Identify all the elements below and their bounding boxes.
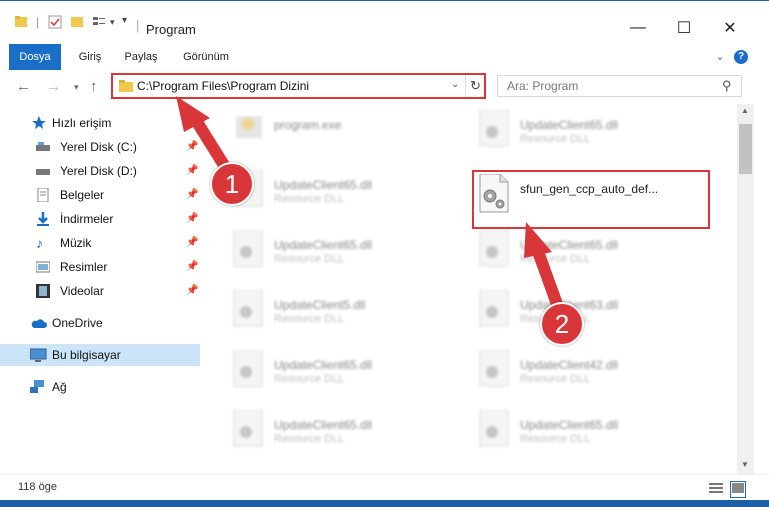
highlight-box-file [472,170,710,229]
annotation-arrows [176,96,568,324]
step-badge-1: 1 [210,162,254,206]
step-badge-2: 2 [540,302,584,346]
